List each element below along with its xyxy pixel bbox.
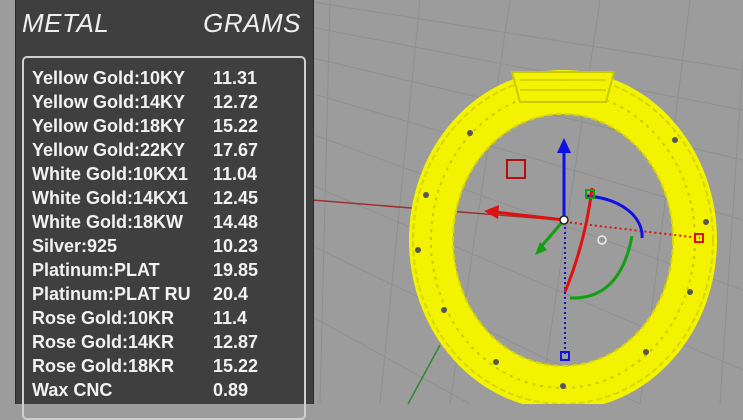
- metal-name: White Gold:14KX1: [32, 188, 189, 208]
- gumball-center[interactable]: [559, 215, 569, 225]
- table-row: White Gold:14KX1 12.45: [32, 186, 258, 210]
- grams-value: 0.89: [213, 380, 249, 400]
- cplane-marker-icon: [506, 159, 526, 179]
- metal-name: Yellow Gold:14KY: [32, 92, 186, 112]
- metal-name: Rose Gold:18KR: [32, 356, 175, 376]
- table-row: White Gold:18KW 14.48: [32, 210, 258, 234]
- metal-name: Rose Gold:10KR: [32, 308, 175, 328]
- metal-name: White Gold:10KX1: [32, 164, 189, 184]
- metal-name: Silver:925: [32, 236, 118, 256]
- table-row: Platinum:PLAT RU 20.4: [32, 282, 248, 306]
- table-row: Yellow Gold:10KY 11.31: [32, 66, 257, 90]
- gumball-x-arrowhead-icon: [484, 205, 499, 219]
- metal-name: Yellow Gold:10KY: [32, 68, 186, 88]
- table-row: Yellow Gold:18KY 15.22: [32, 114, 258, 138]
- metal-weight-table: Yellow Gold:10KY 11.31 Yellow Gold:14KY 12…: [22, 56, 306, 420]
- grams-value: 11.4: [213, 308, 248, 328]
- grams-value: 17.67: [213, 140, 259, 160]
- grams-value: 19.85: [213, 260, 259, 280]
- table-row: Rose Gold:18KR 15.22: [32, 354, 258, 378]
- grams-value: 15.22: [213, 116, 259, 136]
- grams-column-header: GRAMS: [203, 8, 301, 38]
- metal-name: Yellow Gold:18KY: [32, 116, 186, 136]
- table-row: Platinum:PLAT 19.85: [32, 258, 258, 282]
- table-row: Wax CNC 0.89: [32, 378, 248, 402]
- table-row: White Gold:10KX1 11.04: [32, 162, 257, 186]
- metal-name: Wax CNC: [32, 380, 113, 400]
- grams-value: 14.48: [213, 212, 259, 232]
- metal-column-header: METAL: [22, 8, 110, 38]
- gumball-rotate-z-arc[interactable]: [585, 194, 644, 239]
- metal-name: Platinum:PLAT RU: [32, 284, 191, 304]
- metal-weight-panel: METAL GRAMS Yellow Gold:10KY 11.31 Yellow…: [15, 0, 314, 420]
- gumball-rotate-y-arc[interactable]: [563, 187, 594, 293]
- table-row: Yellow Gold:14KY 12.72: [32, 90, 258, 114]
- grams-value: 20.4: [213, 284, 249, 304]
- table-row: Rose Gold:10KR 11.4: [32, 306, 247, 330]
- grams-value: 12.72: [213, 92, 259, 112]
- table-row: Silver:925 10.23: [32, 234, 258, 258]
- metal-name: Rose Gold:14KR: [32, 332, 175, 352]
- grams-value: 10.23: [213, 236, 259, 256]
- world-y-axis: [407, 344, 441, 404]
- metal-name: White Gold:18KW: [32, 212, 183, 232]
- grams-value: 11.31: [213, 68, 258, 88]
- table-row: Rose Gold:14KR 12.87: [32, 330, 258, 354]
- grams-value: 12.45: [213, 188, 259, 208]
- gumball-y-arrow[interactable]: [538, 219, 566, 249]
- gumball-z-arrowhead-icon: [557, 138, 571, 153]
- metal-name: Yellow Gold:22KY: [32, 140, 186, 160]
- table-row: Yellow Gold:22KY 17.67: [32, 138, 258, 162]
- ring-wireframe[interactable]: [409, 70, 717, 404]
- grams-value: 12.87: [213, 332, 259, 352]
- grams-value: 15.22: [213, 356, 259, 376]
- metal-name: Platinum:PLAT: [32, 260, 160, 280]
- grams-value: 11.04: [213, 164, 258, 184]
